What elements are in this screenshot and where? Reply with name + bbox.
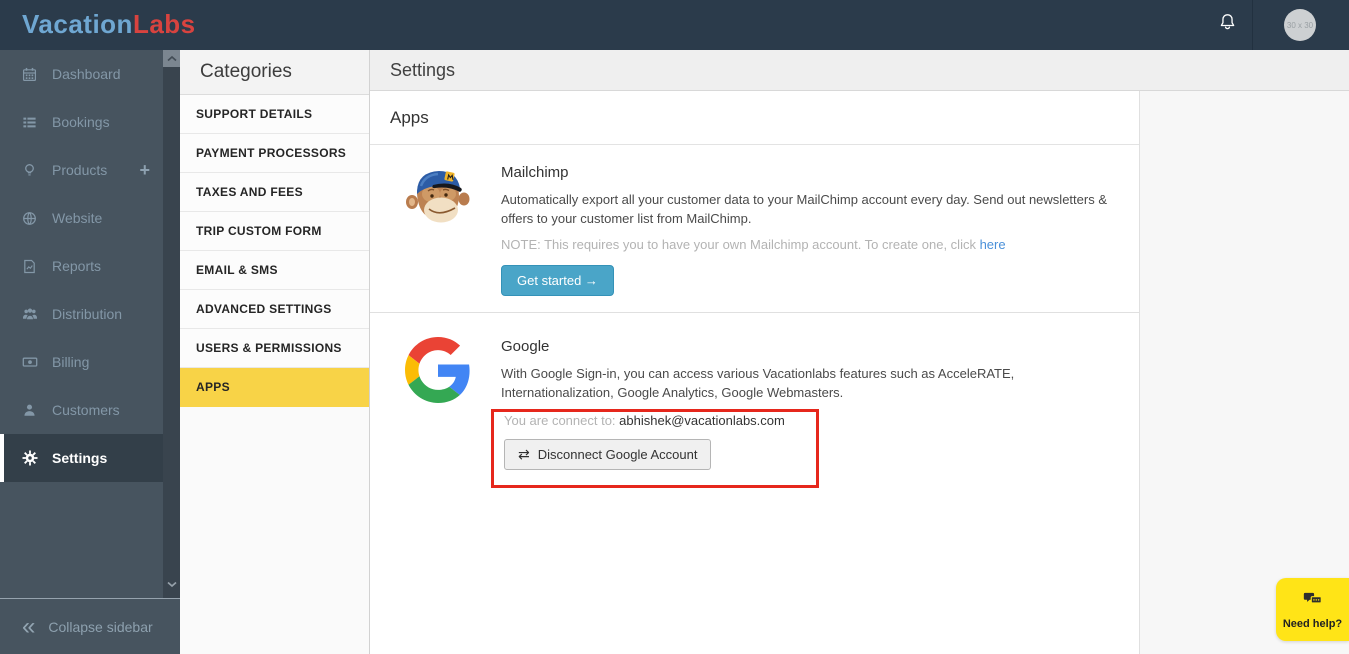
notifications-button[interactable] [1204, 0, 1250, 50]
sidebar-item-bookings[interactable]: Bookings [0, 98, 180, 146]
need-help-button[interactable]: Need help? [1276, 578, 1349, 641]
mailchimp-here-link[interactable]: here [980, 237, 1006, 252]
sidebar-item-website[interactable]: Website [0, 194, 180, 242]
right-gutter [1139, 91, 1349, 654]
app-root: VacationLabs 30 x 30 Dashboard Bookings … [0, 0, 1349, 654]
calendar-icon [21, 66, 38, 83]
category-apps[interactable]: APPS [180, 368, 369, 407]
category-payment-processors[interactable]: PAYMENT PROCESSORS [180, 134, 369, 173]
main-content: Apps Mailchimp Automatically export all … [370, 91, 1139, 654]
connected-email: abhishek@vacationlabs.com [619, 413, 785, 428]
google-body: Google With Google Sign-in, you can acce… [491, 337, 1119, 488]
mailchimp-description: Automatically export all your customer d… [501, 192, 1107, 226]
mailchimp-note-text: NOTE: This requires you to have your own… [501, 237, 980, 252]
need-help-label: Need help? [1282, 617, 1343, 630]
sidebar-item-customers[interactable]: Customers [0, 386, 180, 434]
page-header: Settings [370, 50, 1349, 91]
connected-account-line: You are connect to: abhishek@vacationlab… [504, 413, 816, 428]
topbar-divider [1252, 0, 1253, 50]
mailchimp-body: Mailchimp Automatically export all your … [501, 163, 1119, 296]
logo-text-labs: Labs [132, 9, 196, 39]
sidebar-item-label: Products [52, 162, 108, 178]
collapse-sidebar-label: Collapse sidebar [48, 618, 153, 635]
google-description: With Google Sign-in, you can access vari… [501, 366, 1015, 400]
sidebar-item-label: Bookings [52, 114, 110, 130]
red-annotation-box: You are connect to: abhishek@vacationlab… [491, 409, 819, 488]
list-icon [21, 114, 38, 131]
mailchimp-card: Mailchimp Automatically export all your … [370, 145, 1139, 313]
lightbulb-icon [21, 162, 38, 179]
disconnect-google-label: Disconnect Google Account [537, 447, 698, 462]
chevron-down-icon [166, 575, 177, 593]
google-logo [405, 337, 471, 408]
globe-icon [21, 210, 38, 227]
chat-bubbles-icon [1301, 590, 1324, 615]
category-users-permissions[interactable]: USERS & PERMISSIONS [180, 329, 369, 368]
sidebar-item-reports[interactable]: Reports [0, 242, 180, 290]
google-card: Google With Google Sign-in, you can acce… [370, 313, 1139, 488]
logo-text-vacation: Vacation [22, 9, 133, 39]
banknote-icon [21, 354, 38, 371]
category-support-details[interactable]: SUPPORT DETAILS [180, 95, 369, 134]
sidebar-item-label: Billing [52, 354, 90, 370]
scroll-down-button[interactable] [163, 575, 180, 592]
sidebar-scrollbar[interactable] [163, 50, 180, 598]
top-bar: VacationLabs 30 x 30 [0, 0, 1349, 50]
sidebar-item-label: Reports [52, 258, 102, 274]
sidebar-item-distribution[interactable]: Distribution [0, 290, 180, 338]
scroll-up-button[interactable] [163, 50, 180, 67]
mailchimp-logo [405, 163, 471, 236]
sidebar-item-products[interactable]: Products + [0, 146, 180, 194]
sidebar-item-dashboard[interactable]: Dashboard [0, 50, 180, 98]
disconnect-google-button[interactable]: ⇄ Disconnect Google Account [504, 439, 712, 470]
swap-arrows-icon: ⇄ [518, 446, 530, 462]
sidebar: Dashboard Bookings Products + Website Re… [0, 50, 180, 598]
sidebar-item-settings[interactable]: Settings [0, 434, 180, 482]
avatar-placeholder-text: 30 x 30 [1286, 20, 1314, 30]
sidebar-item-label: Dashboard [52, 66, 121, 82]
category-trip-custom-form[interactable]: TRIP CUSTOM FORM [180, 212, 369, 251]
person-icon [21, 402, 38, 419]
google-title: Google [501, 338, 550, 355]
category-advanced-settings[interactable]: ADVANCED SETTINGS [180, 290, 369, 329]
sidebar-item-label: Website [52, 210, 103, 226]
connected-label: You are connect to: [504, 413, 620, 428]
bell-icon [1217, 12, 1238, 38]
sidebar-item-label: Settings [52, 450, 108, 466]
user-group-icon [21, 306, 38, 323]
double-chevron-left-icon: « [22, 612, 36, 640]
categories-title: Categories [180, 50, 369, 95]
section-title: Apps [370, 91, 1139, 145]
category-taxes-and-fees[interactable]: TAXES AND FEES [180, 173, 369, 212]
report-document-icon [21, 258, 38, 275]
chevron-up-icon [166, 50, 177, 68]
categories-panel: Categories SUPPORT DETAILS PAYMENT PROCE… [180, 50, 370, 654]
add-product-button[interactable]: + [139, 160, 150, 181]
vacationlabs-logo[interactable]: VacationLabs [22, 9, 196, 40]
get-started-button[interactable]: Get started → [501, 265, 614, 296]
sidebar-item-label: Distribution [52, 306, 123, 322]
sidebar-item-billing[interactable]: Billing [0, 338, 180, 386]
collapse-sidebar-button[interactable]: « Collapse sidebar [0, 598, 180, 654]
gear-icon [21, 450, 38, 467]
mailchimp-note: NOTE: This requires you to have your own… [501, 237, 1119, 252]
sidebar-item-label: Customers [52, 402, 120, 418]
user-avatar[interactable]: 30 x 30 [1284, 9, 1316, 41]
mailchimp-title: Mailchimp [501, 164, 569, 181]
category-email-sms[interactable]: EMAIL & SMS [180, 251, 369, 290]
page-title: Settings [390, 59, 456, 80]
